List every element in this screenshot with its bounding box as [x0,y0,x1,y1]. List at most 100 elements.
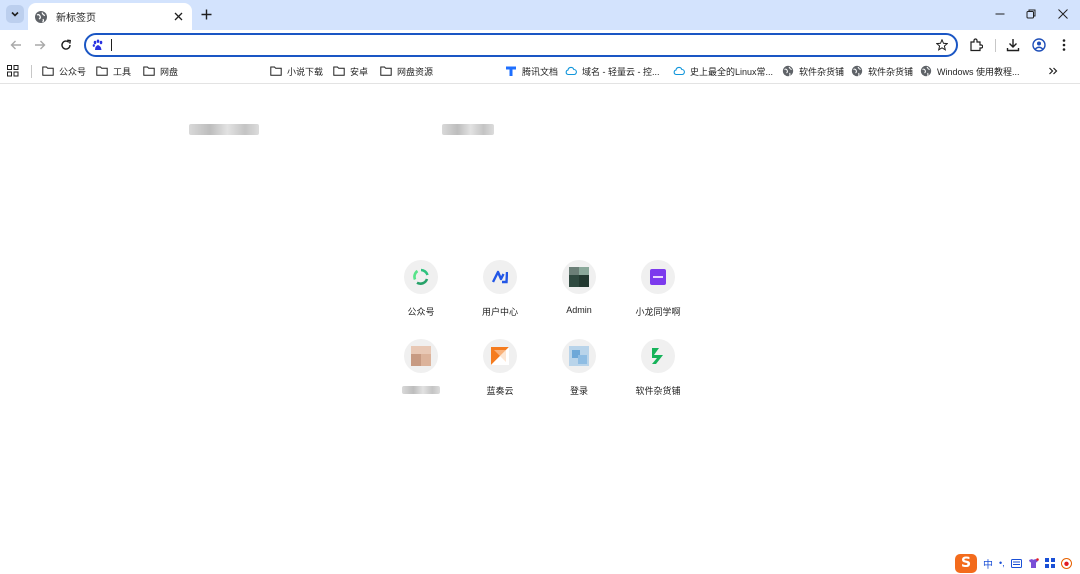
bookmark-folder-android[interactable]: 安卓 [333,62,368,80]
shortcut-icon-bg [562,260,596,294]
redacted-bookmark[interactable] [442,124,494,135]
reload-button[interactable] [56,35,76,55]
bookmark-windows-tutorial[interactable]: Windows 使用教程... [920,62,1020,80]
green-s-icon [652,348,663,364]
close-window-button[interactable] [1046,0,1080,28]
bookmark-linux-commands[interactable]: 史上最全的Linux常... [673,62,773,80]
bookmark-software-shop-2[interactable]: 软件杂货铺 [851,62,913,80]
apps-grid-icon [7,65,19,77]
bookmark-label: 软件杂货铺 [799,66,845,77]
downloads-button[interactable] [1003,35,1023,55]
address-bar[interactable] [84,33,958,57]
keyboard-icon[interactable] [1010,558,1022,568]
tab-title: 新标签页 [56,13,96,24]
active-tab[interactable]: 新标签页 [28,3,192,30]
shortcut-admin[interactable]: Admin [539,258,619,328]
bookmark-software-shop-1[interactable]: 软件杂货铺 [782,62,844,80]
bookmark-label: 公众号 [59,66,87,77]
shortcut-gongzhonghao[interactable]: 公众号 [381,258,461,328]
account-circle-icon [1032,38,1046,52]
more-bookmarks-button[interactable] [1048,62,1058,80]
bookmark-folder-tools[interactable]: 工具 [96,62,131,80]
shortcut-xiaolong[interactable]: 小龙同学啊 [618,258,698,328]
toolbox-grid-icon[interactable] [1044,558,1055,568]
redacted-label [402,386,440,394]
folder-icon [380,66,392,76]
redacted-bookmark[interactable] [189,124,259,135]
address-input[interactable] [110,37,910,53]
text-caret [111,39,112,51]
sogou-assistant-icon[interactable] [1060,557,1072,569]
globe-icon [920,65,932,77]
folder-icon [333,66,345,76]
ime-tray: S 中 •, [955,553,1072,573]
restore-button[interactable] [1014,0,1048,28]
shortcut-software-shop[interactable]: 软件杂货铺 [618,337,698,407]
profile-button[interactable] [1029,35,1049,55]
blurred-site-icon [411,346,431,366]
cloud-icon [673,66,685,76]
green-recycle-icon [413,268,429,285]
chevron-double-right-icon [1049,67,1058,75]
bookmark-label: 安卓 [350,66,369,77]
minimize-button[interactable] [983,0,1017,28]
bookmark-label: 网盘资源 [397,66,434,77]
folder-icon [96,66,108,76]
shortcut-user-center[interactable]: 用户中心 [460,258,540,328]
shortcut-redacted[interactable] [381,337,461,407]
bookmark-tencent-docs[interactable]: 腾讯文档 [505,62,558,80]
close-icon [1058,9,1068,19]
blurred-site-icon [569,346,589,366]
new-tab-button[interactable] [197,5,215,23]
shortcut-icon-bg [641,339,675,373]
tab-strip: 新标签页 [0,0,1080,30]
arrow-left-icon [10,40,21,50]
lanzou-icon [491,347,509,365]
shortcut-lanzou[interactable]: 蓝奏云 [460,337,540,407]
arrow-right-icon [35,40,46,50]
bookmark-label: 网盘 [160,66,179,77]
blue-n-icon [492,270,508,284]
bookmark-domain-console[interactable]: 域名 - 轻量云 - 控... [565,62,660,80]
sogou-ime-logo[interactable]: S [955,553,977,573]
minimize-icon [995,13,1005,15]
restore-icon [1026,9,1036,19]
shortcut-label: 软件杂货铺 [635,386,681,396]
shortcut-icon-bg [562,339,596,373]
close-tab-button[interactable] [170,9,186,25]
purple-square-icon [650,269,666,285]
chevron-down-icon [11,11,19,17]
bookmarks-bar: 公众号 工具 网盘 小说下载 安卓 网盘资源 腾讯文档 域名 - 轻量云 - 控… [0,59,1080,135]
bookmark-folder-netdisk[interactable]: 网盘 [143,62,178,80]
plus-icon [201,9,211,19]
bookmark-label: Windows 使用教程... [937,66,1020,77]
puzzle-icon [970,38,983,52]
ime-mode-toggle[interactable]: 中 [983,556,993,571]
bookmark-folder-netdisk-resources[interactable]: 网盘资源 [380,62,433,80]
bookmark-folder-gongzhonghao[interactable]: 公众号 [42,62,86,80]
folder-icon [143,66,155,76]
apps-button[interactable] [7,62,19,80]
extensions-button[interactable] [966,35,986,55]
menu-button[interactable] [1054,35,1074,55]
bookmark-folder-novel[interactable]: 小说下载 [270,62,323,80]
toolbar [0,30,1080,59]
shortcut-login[interactable]: 登录 [539,337,619,407]
tab-search-button[interactable] [6,5,24,23]
bookmark-label: 腾讯文档 [522,66,559,77]
bookmark-star-button[interactable] [934,37,950,53]
globe-icon [782,65,794,77]
folder-icon [270,66,282,76]
bookmark-label: 小说下载 [287,66,324,77]
back-button[interactable] [6,35,26,55]
bookmark-label: 软件杂货铺 [868,66,914,77]
close-icon [174,12,182,21]
globe-icon [34,10,48,24]
toolbar-divider [995,39,996,52]
skin-icon[interactable] [1028,557,1039,569]
download-icon [1006,39,1020,52]
folder-icon [42,66,54,76]
punctuation-toggle[interactable]: •, [999,558,1005,568]
shortcut-label: 蓝奏云 [486,386,514,396]
forward-button[interactable] [30,35,50,55]
